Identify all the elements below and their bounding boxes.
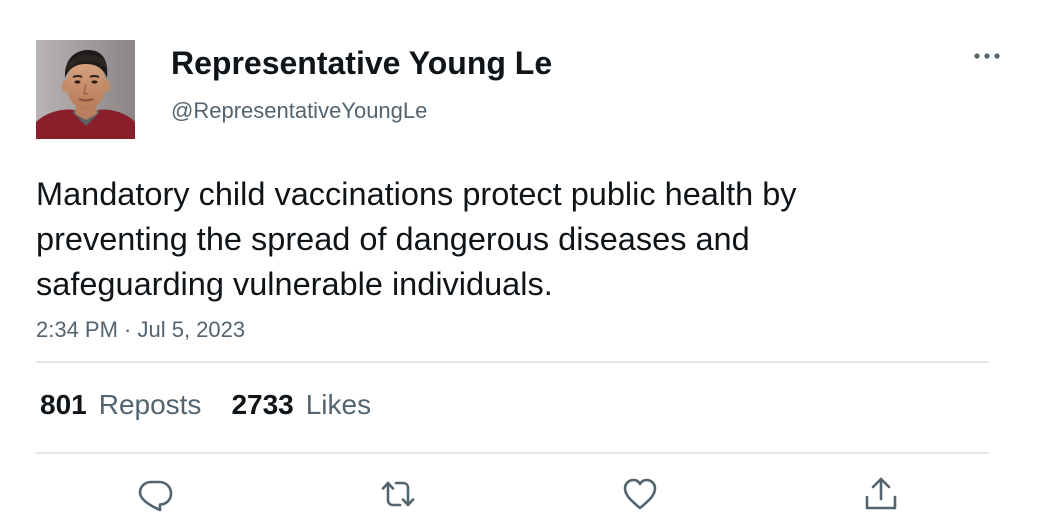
tweet-timestamp[interactable]: 2:34 PM · Jul 5, 2023 (36, 316, 245, 344)
repost-button[interactable] (379, 475, 417, 513)
reposts-count: 801 (40, 389, 87, 420)
likes-stat[interactable]: 2733 Likes (231, 387, 371, 423)
share-button[interactable] (862, 475, 900, 513)
tweet-text: Mandatory child vaccinations protect pub… (36, 176, 797, 302)
author-handle[interactable]: @RepresentativeYoungLe (171, 97, 427, 125)
avatar[interactable] (36, 40, 135, 139)
divider (36, 361, 989, 363)
reply-icon (138, 480, 173, 512)
tweet-card: Representative Young Le @RepresentativeY… (0, 0, 1050, 525)
divider (36, 452, 989, 454)
author-display-name[interactable]: Representative Young Le (171, 44, 552, 82)
profile-photo-icon (36, 40, 135, 139)
reposts-stat[interactable]: 801 Reposts (40, 387, 201, 423)
heart-icon (623, 478, 657, 510)
likes-label: Likes (305, 389, 372, 420)
more-options-icon[interactable] (972, 45, 1004, 67)
share-icon (865, 477, 897, 510)
repost-icon (381, 481, 415, 507)
reply-button[interactable] (136, 475, 174, 513)
engagement-stats: 801 Reposts 2733 Likes (40, 387, 371, 423)
like-button[interactable] (621, 475, 659, 513)
reposts-label: Reposts (98, 389, 202, 420)
likes-count: 2733 (231, 389, 294, 420)
